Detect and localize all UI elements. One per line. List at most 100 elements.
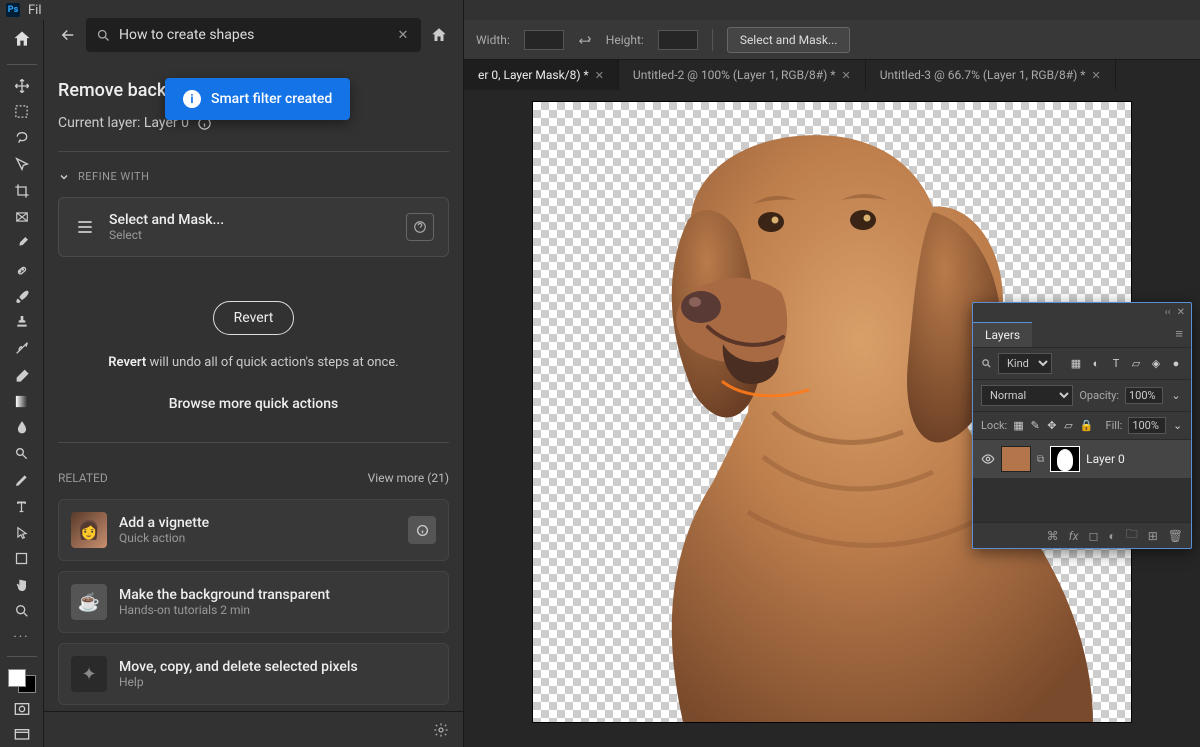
pen-tool[interactable] [10,470,34,490]
fill-input[interactable] [1128,417,1166,434]
color-swatches[interactable] [8,669,36,693]
delete-layer-icon[interactable]: 🗑 [1168,529,1183,543]
edit-toolbar[interactable]: ··· [10,628,34,648]
revert-button[interactable]: Revert [213,301,295,335]
filter-adjust-icon[interactable]: ◐ [1089,357,1103,371]
related-title: Make the background transparent [119,587,436,603]
related-sub: Hands-on tutorials 2 min [119,603,436,617]
layers-panel[interactable]: ‹‹ ✕ Layers ≡ Kind ▦ ◐ T ▱ ◈ ● Normal Op… [972,302,1192,549]
dodge-tool[interactable] [10,444,34,464]
lock-brush-icon[interactable]: ✎ [1030,419,1041,433]
browse-more-link[interactable]: Browse more quick actions [58,396,449,412]
lasso-tool[interactable] [10,128,34,148]
related-sub: Help [119,675,436,689]
close-tab-icon[interactable]: ✕ [595,69,604,82]
close-tab-icon[interactable]: ✕ [1091,69,1100,82]
chevron-down-icon[interactable]: ⌄ [1172,419,1183,433]
filter-toggle-icon[interactable]: ● [1169,357,1183,371]
quick-select-tool[interactable] [10,154,34,174]
lock-row: Lock: ▦ ✎ ✥ ▱ 🔒 Fill: ⌄ [973,411,1191,439]
new-layer-icon[interactable]: ⊞ [1148,529,1158,543]
group-icon[interactable]: 🗀 [1126,525,1138,546]
gradient-tool[interactable] [10,391,34,411]
select-and-mask-button[interactable]: Select and Mask... [727,27,851,53]
type-tool[interactable] [10,496,34,516]
layer-row[interactable]: ⧉ Layer 0 [973,439,1191,478]
select-and-mask-card[interactable]: Select and Mask... Select [58,197,449,257]
visibility-toggle[interactable] [981,452,995,466]
document-tab[interactable]: Untitled-2 @ 100% (Layer 1, RGB/8#) * ✕ [619,60,866,90]
home-button[interactable] [7,26,37,51]
panel-menu-icon[interactable]: ≡ [1167,326,1191,342]
lock-all-icon[interactable]: 🔒 [1080,419,1094,433]
layers-empty-area[interactable] [973,478,1191,522]
mask-link-icon[interactable]: ⧉ [1037,454,1044,465]
fx-icon[interactable]: fx [1069,529,1079,543]
chevron-down-icon[interactable]: ⌄ [1169,389,1183,403]
link-layers-icon[interactable]: ⌘ [1047,529,1059,543]
filter-shape-icon[interactable]: ▱ [1129,357,1143,371]
filter-type-icon[interactable]: T [1109,357,1123,371]
gear-icon[interactable] [433,722,449,738]
opacity-input[interactable] [1125,387,1163,404]
filter-smart-icon[interactable]: ◈ [1149,357,1163,371]
eraser-tool[interactable] [10,365,34,385]
related-item[interactable]: ☕ Make the background transparent Hands-… [58,571,449,633]
foreground-color[interactable] [8,669,26,687]
crop-tool[interactable] [10,181,34,201]
collapse-icon[interactable]: ‹‹ [1165,307,1171,318]
swap-dimensions-icon[interactable] [578,33,592,47]
width-input[interactable] [524,30,564,50]
history-brush-tool[interactable] [10,338,34,358]
clear-search-button[interactable]: ✕ [395,27,411,43]
close-panel-icon[interactable]: ✕ [1177,307,1185,318]
related-item[interactable]: 👩 Add a vignette Quick action [58,499,449,561]
blur-tool[interactable] [10,417,34,437]
back-button[interactable] [58,25,78,45]
document-tab[interactable]: Untitled-3 @ 66.7% (Layer 1, RGB/8#) *✕ [866,60,1116,90]
search-input[interactable] [119,27,387,43]
blend-mode-select[interactable]: Normal [981,385,1073,406]
close-tab-icon[interactable]: ✕ [842,69,851,82]
related-item[interactable]: ✦ Move, copy, and delete selected pixels… [58,643,449,705]
height-label: Height: [606,33,644,47]
mask-thumbnail[interactable] [1050,446,1080,472]
adjustment-layer-icon[interactable]: ◐ [1108,529,1115,543]
lock-artboard-icon[interactable]: ▱ [1063,419,1074,433]
shape-tool[interactable] [10,549,34,569]
frame-tool[interactable] [10,207,34,227]
options-bar: Width: Height: Select and Mask... [464,20,1200,60]
menu-file[interactable]: Fil [28,3,42,18]
layers-tab[interactable]: Layers [973,322,1032,347]
path-select-tool[interactable] [10,522,34,542]
move-tool[interactable] [10,75,34,95]
filter-kind-select[interactable]: Kind [998,353,1052,374]
quick-mask-toggle[interactable] [10,699,34,719]
add-mask-icon[interactable]: ◻ [1088,529,1098,543]
brush-tool[interactable] [10,286,34,306]
height-input[interactable] [658,30,698,50]
tab-label: Untitled-2 @ 100% (Layer 1, RGB/8#) * [633,68,836,82]
info-badge[interactable] [408,516,436,544]
stamp-tool[interactable] [10,312,34,332]
filter-pixel-icon[interactable]: ▦ [1069,357,1083,371]
search-box[interactable]: ✕ [86,18,421,52]
lock-transparency-icon[interactable]: ▦ [1013,419,1024,433]
tab-label: er 0, Layer Mask/8) * [478,68,589,82]
layer-name[interactable]: Layer 0 [1086,452,1125,466]
help-badge[interactable] [406,213,434,241]
search-icon [96,28,111,43]
layer-thumbnail[interactable] [1001,446,1031,472]
screen-mode-toggle[interactable] [10,725,34,745]
zoom-tool[interactable] [10,601,34,621]
document-tab[interactable]: er 0, Layer Mask/8) * ✕ [464,60,619,90]
hand-tool[interactable] [10,575,34,595]
marquee-tool[interactable] [10,102,34,122]
card-subtitle: Select [109,228,394,242]
refine-with-header[interactable]: REFINE WITH [58,170,449,183]
view-more-link[interactable]: View more (21) [368,471,449,485]
lock-position-icon[interactable]: ✥ [1047,419,1058,433]
eyedropper-tool[interactable] [10,233,34,253]
healing-tool[interactable] [10,259,34,279]
panel-home-button[interactable] [429,25,449,45]
